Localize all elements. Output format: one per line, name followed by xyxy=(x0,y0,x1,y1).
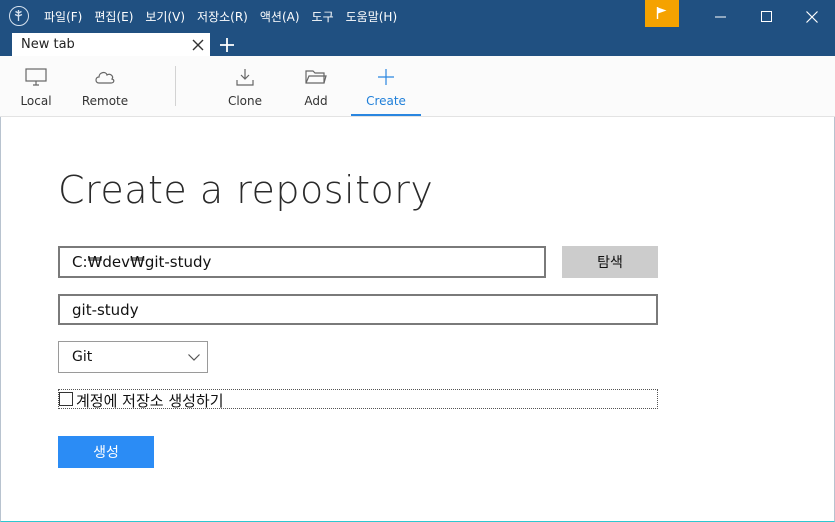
create-button[interactable]: 생성 xyxy=(58,436,154,468)
download-icon xyxy=(236,69,254,86)
menu-repository[interactable]: 저장소(R) xyxy=(197,8,248,25)
add-tab-icon[interactable] xyxy=(218,36,236,54)
plus-icon xyxy=(378,69,394,85)
create-on-account-label[interactable]: 계정에 저장소 생성하기 xyxy=(76,390,224,411)
create-repository-panel: Create a repository C:₩dev₩git-study 탐색 … xyxy=(0,117,835,522)
flag-button[interactable] xyxy=(645,0,679,27)
minimize-button[interactable] xyxy=(697,0,743,33)
create-tool-button[interactable]: Create xyxy=(351,56,421,116)
flag-icon xyxy=(656,7,667,19)
page-title: Create a repository xyxy=(58,168,434,212)
menu-file[interactable]: 파일(F) xyxy=(44,8,82,25)
toolbar-separator xyxy=(175,66,176,106)
menu-help[interactable]: 도움말(H) xyxy=(346,8,398,25)
create-on-account-checkbox[interactable] xyxy=(59,392,73,406)
maximize-button[interactable] xyxy=(743,0,789,33)
tab-label: New tab xyxy=(21,37,75,52)
clone-button[interactable]: Clone xyxy=(222,56,268,116)
vcs-type-value: Git xyxy=(72,349,93,365)
close-button[interactable] xyxy=(789,0,835,33)
menu-bar: 파일(F) 편집(E) 보기(V) 저장소(R) 액션(A) 도구 도움말(H) xyxy=(44,0,409,33)
tab-new[interactable]: New tab xyxy=(12,33,210,56)
maximize-icon xyxy=(760,11,772,22)
tab-strip: New tab xyxy=(0,33,835,56)
sourcetree-logo-icon[interactable] xyxy=(9,6,29,26)
create-on-account-checkbox-row[interactable]: 계정에 저장소 생성하기 xyxy=(58,389,658,411)
create-tool-label: Create xyxy=(366,94,406,108)
menu-view[interactable]: 보기(V) xyxy=(145,8,185,25)
tab-close-icon[interactable] xyxy=(191,38,205,52)
menu-tools[interactable]: 도구 xyxy=(312,8,334,25)
add-label: Add xyxy=(304,94,328,108)
toolbar: Local Remote Clone Add Create xyxy=(0,56,835,117)
chevron-down-icon xyxy=(188,354,200,361)
local-label: Local xyxy=(20,94,52,108)
repository-name-input[interactable]: git-study xyxy=(58,294,658,325)
destination-path-input[interactable]: C:₩dev₩git-study xyxy=(58,246,546,278)
cloud-icon xyxy=(95,71,115,84)
vcs-type-select[interactable]: Git xyxy=(58,341,208,373)
monitor-icon xyxy=(25,68,47,86)
menu-actions[interactable]: 액션(A) xyxy=(260,8,300,25)
remote-label: Remote xyxy=(81,94,129,108)
destination-path-value: C:₩dev₩git-study xyxy=(72,253,212,271)
repository-name-value: git-study xyxy=(72,300,139,319)
folder-icon xyxy=(305,70,327,84)
clone-label: Clone xyxy=(227,94,263,108)
title-bar: 파일(F) 편집(E) 보기(V) 저장소(R) 액션(A) 도구 도움말(H) xyxy=(0,0,835,33)
browse-button[interactable]: 탐색 xyxy=(562,246,658,278)
local-button[interactable]: Local xyxy=(16,56,56,116)
close-icon xyxy=(806,10,818,23)
minimize-icon xyxy=(714,16,726,18)
remote-button[interactable]: Remote xyxy=(80,56,130,116)
add-button[interactable]: Add xyxy=(296,56,336,116)
active-tool-indicator xyxy=(351,114,421,116)
menu-edit[interactable]: 편집(E) xyxy=(94,8,133,25)
